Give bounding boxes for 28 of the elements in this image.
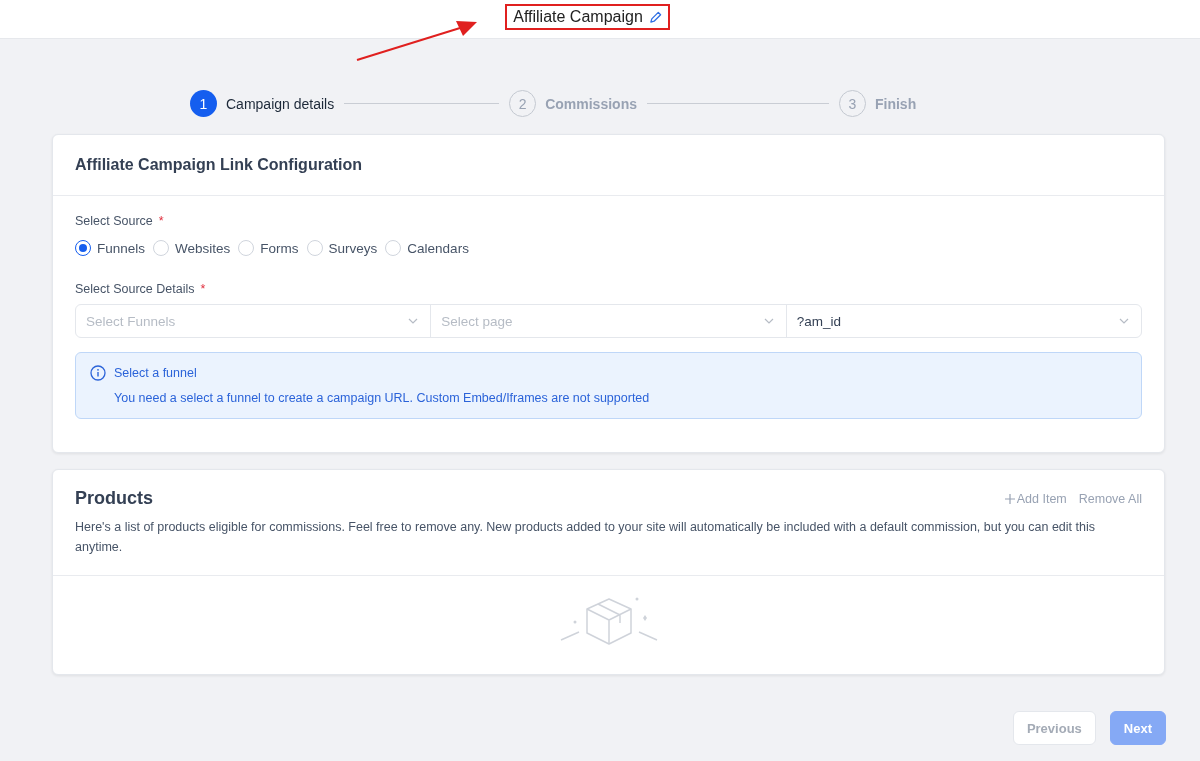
alert-message: You need a select a funnel to create a campaign URL. Custom Embed/Iframes are not supported xyxy=(113,391,651,405)
source-radio[interactable]: Funnels xyxy=(75,240,146,256)
card-title: Affiliate Campaign Link Configuration xyxy=(75,156,363,174)
radio-label: Surveys xyxy=(328,240,378,256)
add-item-link[interactable]: Add Item xyxy=(1004,491,1067,506)
remove-all-link[interactable]: Remove All xyxy=(1078,491,1142,506)
pencil-edit-icon[interactable] xyxy=(648,10,662,24)
radio-label: Funnels xyxy=(97,240,146,256)
radio-label: Calendars xyxy=(407,240,469,256)
stepper-step[interactable]: 1 Campaign details xyxy=(190,90,335,117)
stepper-step[interactable]: 2 Commissions xyxy=(509,90,637,117)
source-radio[interactable]: Forms xyxy=(238,240,299,256)
campaign-title: Affiliate Campaign xyxy=(513,8,643,26)
radio-label: Websites xyxy=(175,240,231,256)
source-radio[interactable]: Calendars xyxy=(385,240,469,256)
radio-label: Forms xyxy=(260,240,299,256)
source-radio[interactable]: Surveys xyxy=(306,240,378,256)
required-mark: * xyxy=(200,282,206,296)
section-description: Here's a list of products eligible for commissions. Feel free to remove any. New products added to your site will automatically be included with a default commission, but you can edit this anytime. xyxy=(75,519,1096,556)
section-title: Products xyxy=(75,488,153,509)
source-radio[interactable]: Websites xyxy=(153,240,231,256)
field-label: Select Source xyxy=(75,214,153,228)
alert-title: Select a funnel xyxy=(114,366,197,380)
stepper-step[interactable]: 3 Finish xyxy=(839,90,917,117)
plus-icon xyxy=(1004,493,1015,504)
info-icon xyxy=(90,365,106,381)
required-mark: * xyxy=(158,214,164,228)
field-label: Select Source Details xyxy=(75,282,195,296)
